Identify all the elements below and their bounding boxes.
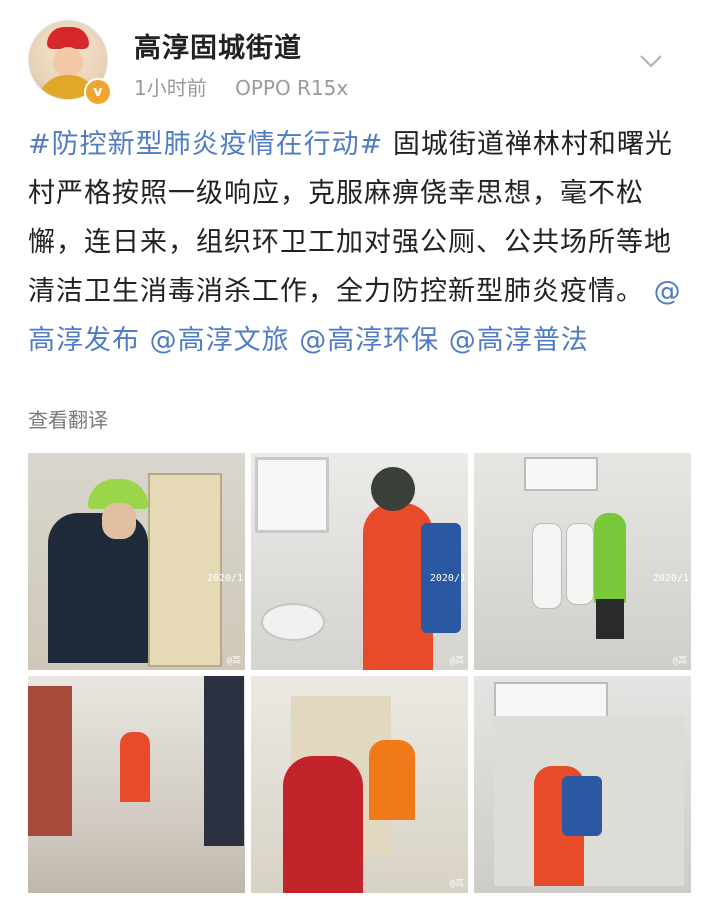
urinal (532, 523, 562, 609)
window (524, 457, 598, 491)
photo-watermark: @高 (449, 656, 464, 666)
worker-hood (371, 467, 415, 511)
translate-link[interactable]: 查看翻译 (28, 404, 108, 433)
avatar-face (53, 47, 83, 77)
post-body: #防控新型肺炎疫情在行动# 固城街道禅林村和曙光村严格按照一级响应，克服麻痹侥幸… (28, 120, 696, 365)
chevron-down-icon[interactable] (638, 48, 664, 74)
mention-link[interactable]: @高淳环保 (299, 325, 439, 356)
photo-date: 2020/1 (652, 573, 689, 584)
worker-body (594, 513, 626, 603)
photo-6[interactable] (474, 676, 691, 893)
worker-legs (596, 599, 624, 639)
verified-badge-icon: v (84, 78, 112, 106)
window (494, 682, 608, 720)
avatar-headdress (47, 27, 89, 49)
sprayer-tank (562, 776, 602, 836)
mention-link[interactable]: @高淳文旅 (150, 325, 290, 356)
photo-3[interactable]: 2020/1 @高 (474, 453, 691, 670)
hashtag-link[interactable]: #防控新型肺炎疫情在行动# (28, 129, 383, 160)
post-time: 1小时前 (134, 76, 207, 100)
photo-5[interactable]: @高 (251, 676, 468, 893)
window (255, 457, 329, 533)
photo-watermark: @高 (449, 879, 464, 889)
photo-2[interactable]: 2020/1 @高 (251, 453, 468, 670)
staircase (28, 686, 72, 836)
photo-date: 2020/1 (429, 573, 466, 584)
info-board (204, 676, 244, 846)
mention-link[interactable]: @高淳普法 (449, 325, 589, 356)
worker-red-shirt (283, 756, 363, 893)
worker-face (102, 503, 136, 539)
post-device: OPPO R15x (235, 76, 349, 100)
toilet-stall-door (148, 473, 222, 667)
worker-vest (369, 740, 415, 820)
photo-date: 2020/1 (206, 573, 243, 584)
worker-body (120, 732, 150, 802)
worker-body (48, 513, 148, 663)
photo-watermark: @高 (226, 656, 241, 666)
photo-4[interactable] (28, 676, 245, 893)
author-name[interactable]: 高淳固城街道 (134, 26, 302, 65)
post-meta: 1小时前 OPPO R15x (134, 72, 348, 101)
post-header: v 高淳固城街道 1小时前 OPPO R15x (0, 0, 720, 110)
squat-toilet (261, 603, 325, 641)
photo-watermark: @高 (672, 656, 687, 666)
photo-1[interactable]: 2020/1 @高 (28, 453, 245, 670)
urinal (566, 523, 594, 605)
